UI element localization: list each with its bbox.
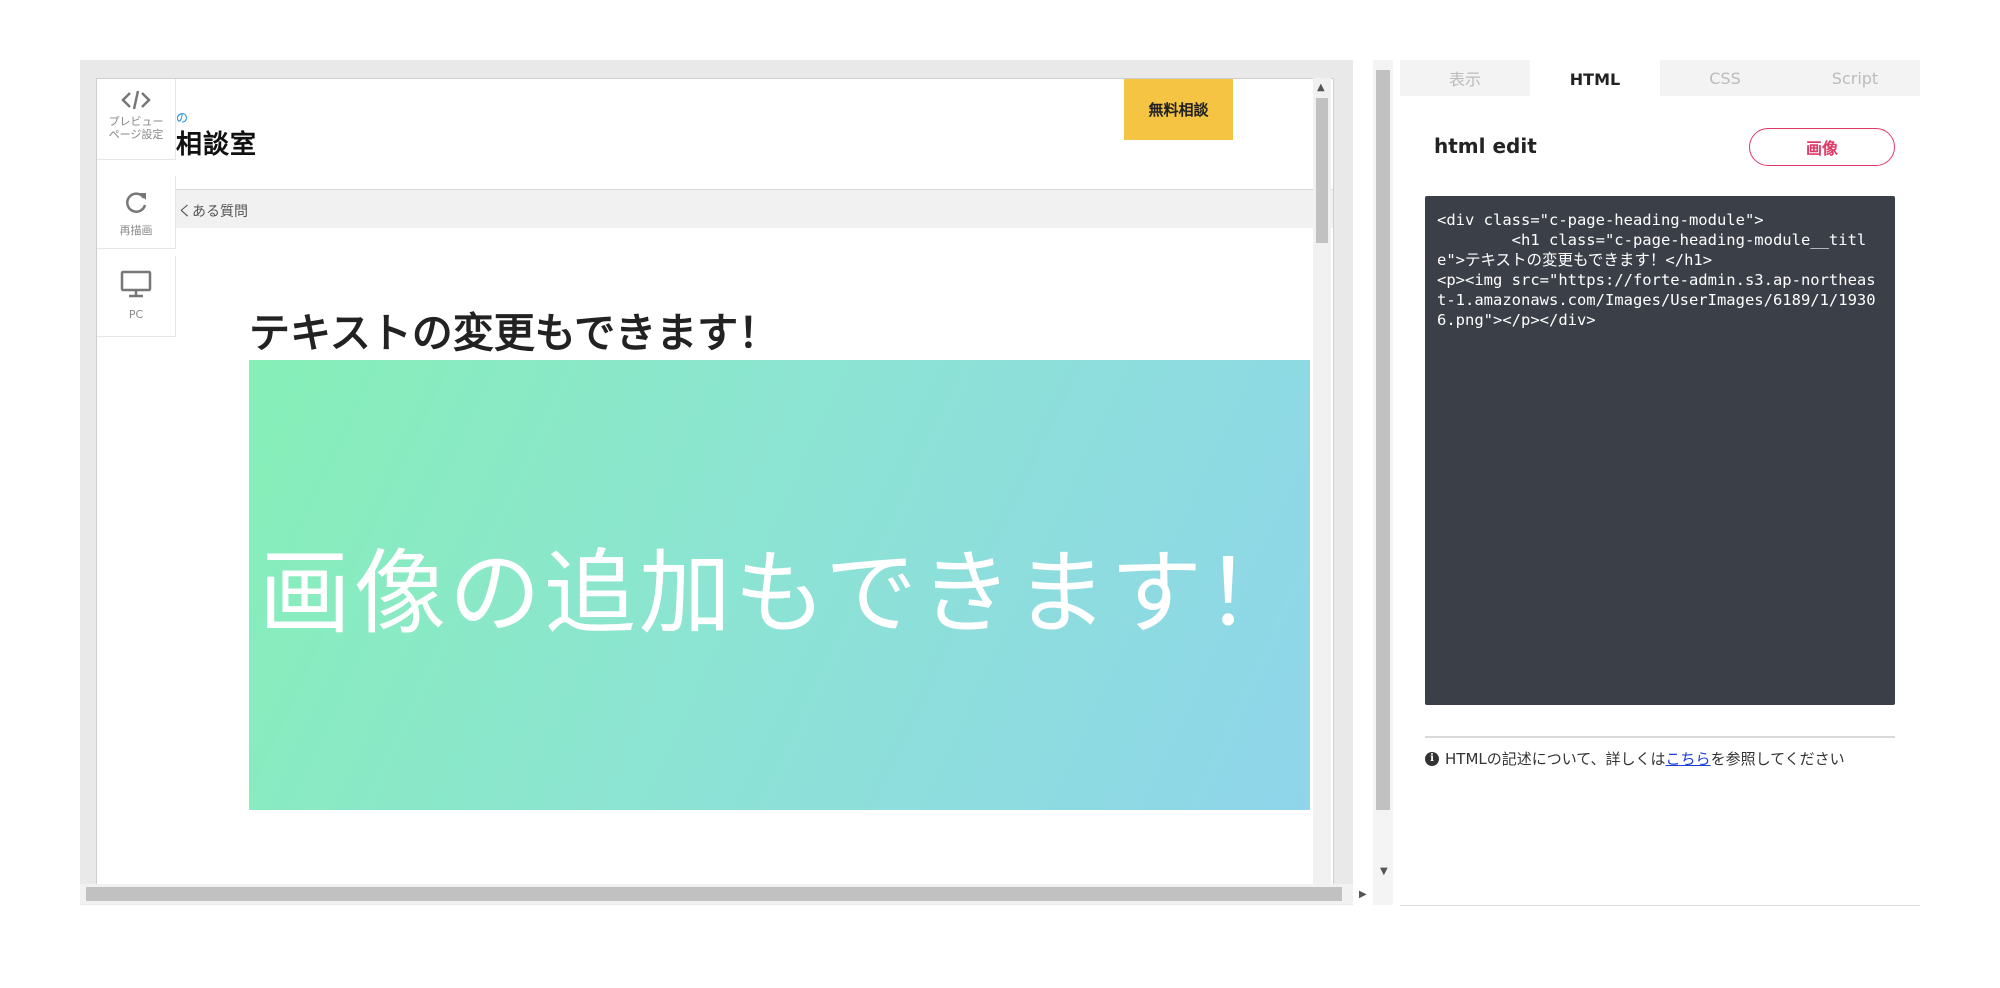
- help-text-prefix: HTMLの記述について、詳しくは: [1445, 750, 1666, 768]
- preview-settings-label: プレビュー ページ設定: [108, 115, 164, 141]
- help-text-suffix: を参照してください: [1710, 750, 1845, 768]
- editor-tabs: 表示 HTML CSS Script: [1400, 60, 1920, 98]
- help-link[interactable]: こちら: [1666, 748, 1711, 769]
- code-icon: [121, 89, 151, 115]
- tab-script[interactable]: Script: [1790, 60, 1920, 96]
- free-consultation-button[interactable]: 無料相談: [1124, 79, 1233, 140]
- refresh-icon: [123, 190, 149, 220]
- banner-text: 画像の追加もできます！: [258, 539, 1301, 647]
- horizontal-scroll-thumb[interactable]: [86, 887, 1342, 901]
- redraw-button[interactable]: 再描画: [97, 176, 176, 249]
- pane-scroll-thumb[interactable]: [1376, 70, 1390, 810]
- preview-vertical-scrollbar[interactable]: ▲: [1313, 78, 1331, 886]
- editor-panel: 表示 HTML CSS Script html edit 画像 <div cla…: [1400, 60, 1920, 906]
- tab-css[interactable]: CSS: [1660, 60, 1790, 96]
- pc-view-button[interactable]: PC: [97, 256, 176, 337]
- tab-display[interactable]: 表示: [1400, 60, 1530, 96]
- pc-label: PC: [128, 308, 144, 321]
- insert-image-button[interactable]: 画像: [1749, 128, 1895, 166]
- page-title: テキストの変更もできます！: [249, 309, 780, 357]
- redraw-label: 再描画: [119, 224, 153, 237]
- preview-scroll-thumb[interactable]: [1316, 98, 1328, 243]
- divider: [1425, 736, 1895, 738]
- help-text: i HTMLの記述について、詳しくは こちら を参照してください: [1425, 748, 1845, 769]
- preview-horizontal-scrollbar[interactable]: [80, 884, 1353, 904]
- pane-scrollbar[interactable]: [1373, 60, 1393, 905]
- preview-settings-button[interactable]: プレビュー ページ設定: [97, 79, 176, 160]
- breadcrumb-item[interactable]: よくある質問: [164, 201, 248, 221]
- scroll-up-icon[interactable]: ▲: [1317, 82, 1325, 93]
- preview-frame: の 相談室 無料相談 よくある質問 テキストの変更もできます！ 画像の追加もでき…: [96, 78, 1334, 888]
- breadcrumb: よくある質問: [97, 190, 1333, 228]
- site-header: の 相談室 無料相談: [97, 79, 1333, 190]
- scroll-down-icon[interactable]: ▼: [1380, 866, 1388, 877]
- banner-image: 画像の追加もできます！: [249, 360, 1310, 810]
- panel-title: html edit: [1434, 134, 1537, 158]
- scroll-right-icon[interactable]: ▶: [1359, 889, 1367, 900]
- monitor-icon: [120, 270, 152, 302]
- tab-html[interactable]: HTML: [1530, 60, 1660, 98]
- html-code-editor[interactable]: <div class="c-page-heading-module"> <h1 …: [1425, 196, 1895, 705]
- info-icon: i: [1425, 751, 1439, 766]
- site-logo[interactable]: 相談室: [176, 124, 257, 161]
